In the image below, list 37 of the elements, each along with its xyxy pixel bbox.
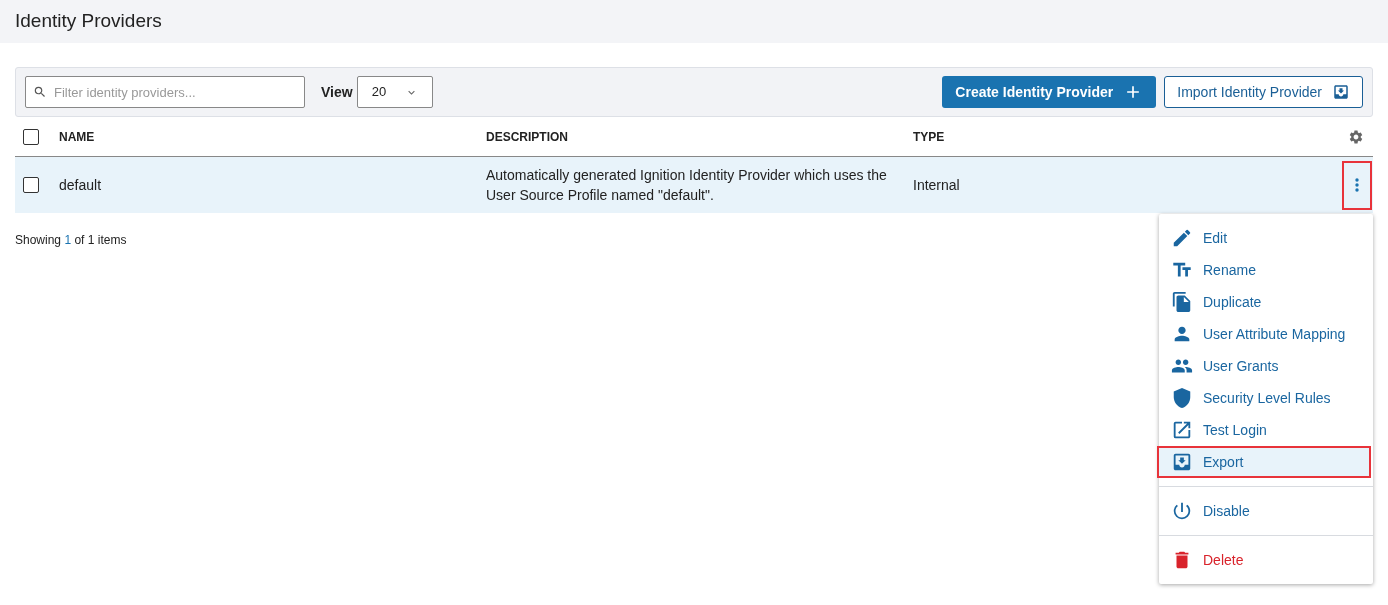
checkbox[interactable]	[23, 177, 39, 193]
menu-item[interactable]: Rename	[1159, 254, 1373, 286]
column-header: NAME	[59, 128, 96, 146]
items-count: Showing 1 of 1 items	[15, 232, 127, 249]
table-cell-text: default	[59, 176, 103, 195]
documents-icon	[1171, 291, 1193, 313]
power-icon	[1171, 500, 1193, 522]
create-button[interactable]: Create Identity Provider	[942, 76, 1157, 108]
page-title: Identity Providers	[15, 9, 162, 34]
menu-item[interactable]: Edit	[1159, 222, 1373, 254]
menu-item[interactable]: Duplicate	[1159, 286, 1373, 318]
menu-item[interactable]: Delete	[1159, 544, 1373, 576]
import-button[interactable]: Import Identity Provider	[1164, 76, 1363, 108]
settings-icon[interactable]	[1348, 128, 1364, 145]
table-row[interactable]: default Automatically generated Ignition Identity Provider which uses the User Source Profile named "default". Internal	[15, 157, 1373, 213]
table-cell-text: Automatically generated Ignition Identity Provider which uses the User Source Profile named "default".	[486, 166, 888, 205]
pencil-icon	[1171, 227, 1193, 249]
tray-arrow-icon	[1332, 83, 1350, 101]
menu-item[interactable]: User Attribute Mapping	[1159, 318, 1373, 350]
checkbox[interactable]	[23, 128, 39, 145]
search-field[interactable]: Filter identity providers...	[25, 76, 305, 108]
table-cell-text: Internal	[913, 176, 961, 195]
menu-item[interactable]: User Grants	[1159, 350, 1373, 382]
view-select[interactable]: 20	[356, 76, 433, 108]
menu-item[interactable]: Test Login	[1159, 414, 1373, 446]
view-label: View	[321, 82, 353, 102]
shield-icon	[1171, 387, 1193, 409]
external-link-icon	[1171, 419, 1193, 441]
menu-item[interactable]: Export	[1157, 446, 1371, 478]
more-button[interactable]	[1342, 160, 1372, 210]
kebab-icon	[1355, 178, 1359, 192]
column-header: TYPE	[913, 128, 946, 146]
menu-item[interactable]: Security Level Rules	[1159, 382, 1373, 414]
menu-item[interactable]: Disable	[1159, 495, 1373, 527]
column-header: DESCRIPTION	[486, 128, 569, 146]
tray-arrow-icon	[1171, 451, 1193, 473]
search-icon	[33, 85, 47, 99]
